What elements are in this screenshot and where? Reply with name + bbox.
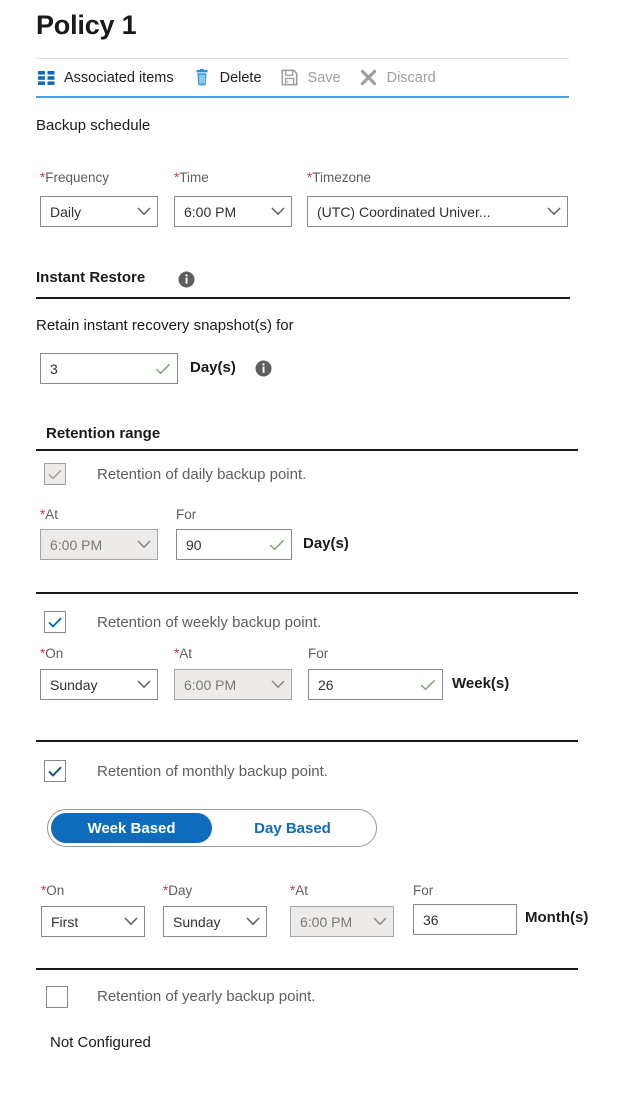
save-icon (280, 68, 300, 88)
time-dropdown[interactable]: 6:00 PM (174, 196, 292, 227)
monthly-day-label: *Day (163, 883, 193, 898)
delete-button[interactable]: Delete (192, 59, 262, 96)
yearly-status: Not Configured (50, 1034, 151, 1051)
monthly-for-label: For (413, 883, 434, 898)
chevron-down-icon (137, 680, 151, 689)
chevron-down-icon (137, 540, 151, 549)
chevron-down-icon (271, 207, 285, 216)
frequency-value: Daily (50, 203, 82, 220)
retain-snapshot-description: Retain instant recovery snapshot(s) for (36, 317, 294, 334)
save-button[interactable]: Save (280, 59, 341, 96)
daily-for-label: For (176, 507, 197, 522)
monthly-day-dropdown[interactable]: Sunday (163, 906, 267, 937)
backup-schedule-heading: Backup schedule (36, 117, 151, 134)
instant-restore-days-unit: Day(s) (190, 359, 236, 376)
daily-retention-label: Retention of daily backup point. (97, 466, 307, 483)
instant-restore-divider (36, 297, 570, 299)
weekly-on-dropdown[interactable]: Sunday (40, 669, 158, 700)
weekly-at-dropdown: 6:00 PM (174, 669, 292, 700)
yearly-retention-label: Retention of yearly backup point. (97, 988, 316, 1005)
chevron-down-icon (373, 917, 387, 926)
discard-button[interactable]: Discard (359, 59, 436, 96)
timezone-value: (UTC) Coordinated Univer... (317, 203, 491, 220)
info-icon[interactable] (178, 271, 195, 288)
monthly-for-value: 36 (423, 911, 439, 928)
valid-check-icon (155, 363, 171, 375)
monthly-divider (36, 740, 578, 742)
valid-check-icon (269, 539, 285, 551)
trash-icon (192, 68, 212, 88)
grid-icon (36, 68, 56, 88)
discard-label: Discard (386, 69, 436, 86)
monthly-unit-label: Month(s) (525, 909, 589, 926)
weekly-divider (36, 592, 578, 594)
instant-restore-days-value: 3 (50, 360, 58, 377)
monthly-retention-checkbox[interactable] (44, 760, 66, 782)
daily-at-value: 6:00 PM (50, 536, 103, 553)
daily-at-dropdown: 6:00 PM (40, 529, 158, 560)
monthly-at-value: 6:00 PM (300, 913, 353, 930)
associated-items-label: Associated items (64, 69, 174, 86)
monthly-on-value: First (51, 913, 79, 930)
weekly-at-value: 6:00 PM (184, 676, 237, 693)
frequency-label: *Frequency (40, 170, 110, 185)
monthly-at-dropdown: 6:00 PM (290, 906, 394, 937)
save-label: Save (307, 69, 341, 86)
weekly-retention-checkbox[interactable] (44, 611, 66, 633)
chevron-down-icon (547, 207, 561, 216)
check-icon (48, 617, 62, 628)
retention-range-heading: Retention range (46, 425, 161, 442)
delete-label: Delete (219, 69, 262, 86)
daily-for-input[interactable]: 90 (176, 529, 292, 560)
valid-check-icon (420, 679, 436, 691)
toggle-option-day-based[interactable]: Day Based (212, 813, 373, 843)
associated-items-button[interactable]: Associated items (36, 59, 174, 96)
monthly-retention-label: Retention of monthly backup point. (97, 763, 328, 780)
time-label: *Time (174, 170, 209, 185)
daily-unit-label: Day(s) (303, 535, 349, 552)
yearly-divider (36, 968, 578, 970)
weekly-unit-label: Week(s) (452, 675, 510, 692)
monthly-basis-toggle[interactable]: Week Based Day Based (47, 809, 377, 847)
chevron-down-icon (271, 680, 285, 689)
weekly-retention-label: Retention of weekly backup point. (97, 614, 322, 631)
weekly-for-input[interactable]: 26 (308, 669, 443, 700)
timezone-label: *Timezone (307, 170, 372, 185)
weekly-on-value: Sunday (50, 676, 98, 693)
monthly-for-input[interactable]: 36 (413, 904, 517, 935)
daily-retention-checkbox (44, 463, 66, 485)
check-icon (48, 469, 62, 479)
chevron-down-icon (246, 917, 260, 926)
weekly-on-label: *On (40, 646, 64, 661)
timezone-dropdown[interactable]: (UTC) Coordinated Univer... (307, 196, 568, 227)
frequency-dropdown[interactable]: Daily (40, 196, 158, 227)
info-icon[interactable] (255, 360, 272, 377)
check-icon (48, 766, 62, 777)
discard-x-icon (359, 68, 379, 88)
weekly-for-label: For (308, 646, 329, 661)
chevron-down-icon (124, 917, 138, 926)
weekly-for-value: 26 (318, 676, 334, 693)
daily-at-label: *At (40, 507, 59, 522)
monthly-on-dropdown[interactable]: First (41, 906, 145, 937)
time-value: 6:00 PM (184, 203, 237, 220)
monthly-on-label: *On (41, 883, 65, 898)
yearly-retention-checkbox[interactable] (46, 986, 68, 1008)
retention-range-divider (36, 449, 578, 451)
weekly-at-label: *At (174, 646, 193, 661)
monthly-day-value: Sunday (173, 913, 221, 930)
instant-restore-days-input[interactable]: 3 (40, 353, 178, 384)
instant-restore-heading: Instant Restore (36, 269, 146, 286)
daily-for-value: 90 (186, 536, 202, 553)
page-title: Policy 1 (36, 10, 137, 40)
toggle-option-week-based[interactable]: Week Based (51, 813, 212, 843)
monthly-at-label: *At (290, 883, 309, 898)
command-bar: Associated items Delete Save Discard (36, 58, 569, 98)
chevron-down-icon (137, 207, 151, 216)
